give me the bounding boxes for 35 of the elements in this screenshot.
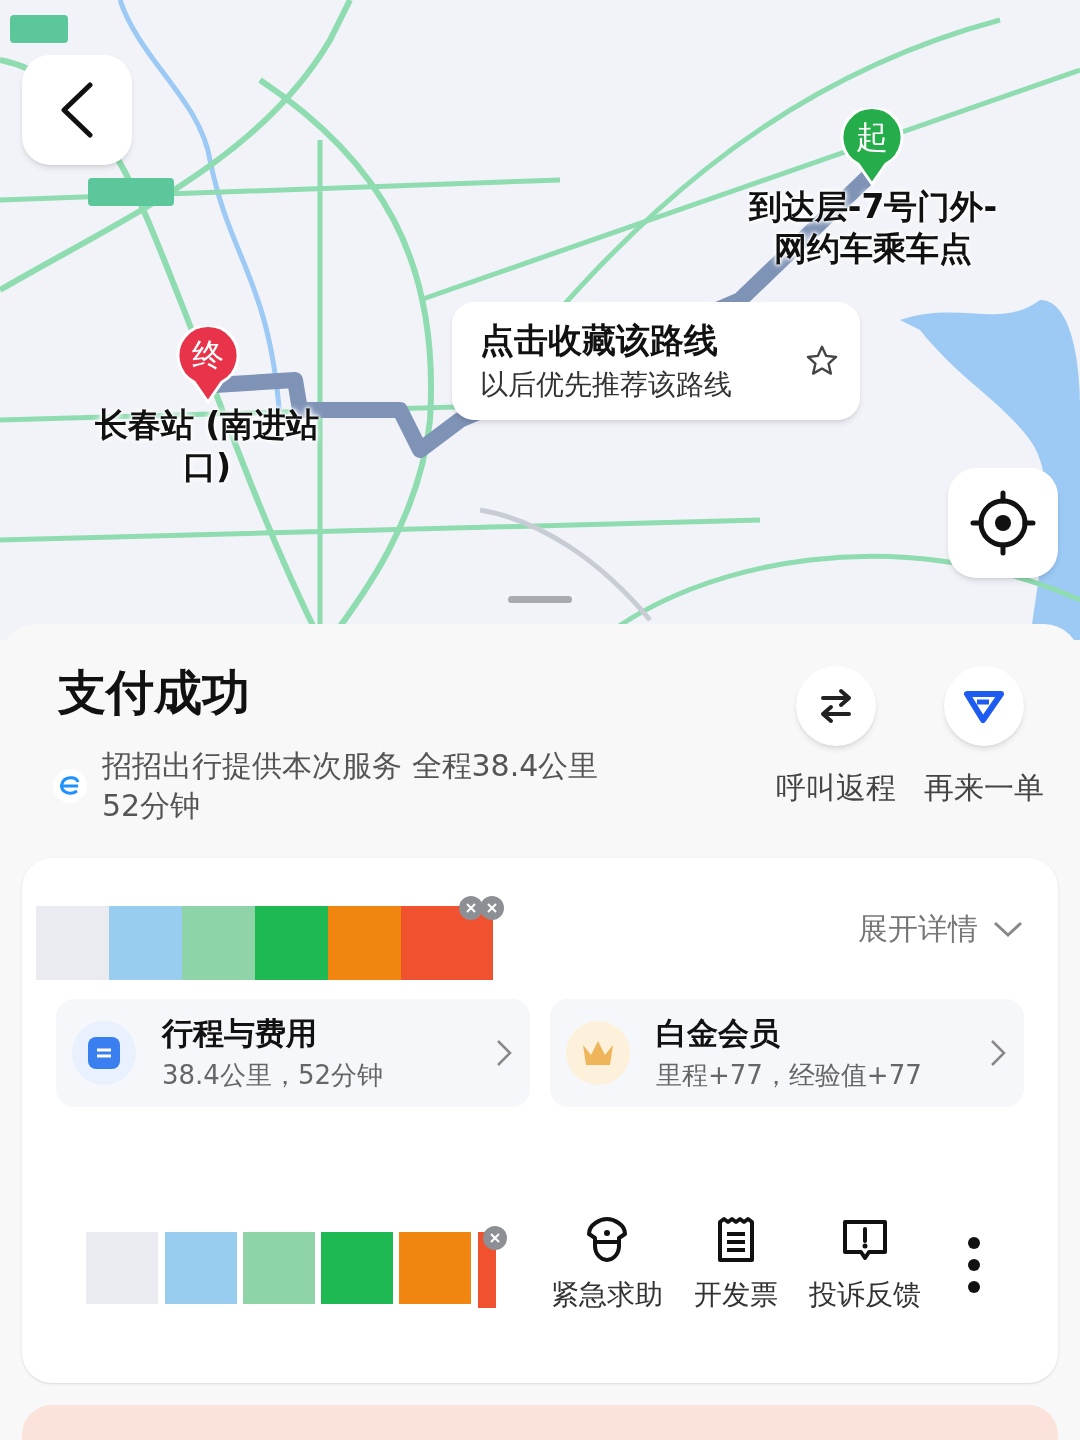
chevron-right-icon — [496, 1039, 512, 1067]
service-button[interactable]: 开发票 — [671, 1216, 800, 1312]
more-icon[interactable] — [965, 1235, 983, 1295]
back-button[interactable] — [22, 55, 132, 165]
member-summary-card[interactable]: 白金会员 里程+77，经验值+77 — [550, 999, 1024, 1107]
card-title: 行程与费用 — [162, 1014, 318, 1053]
back-icon — [60, 82, 94, 138]
favorite-route-card[interactable]: 点击收藏该路线 以后优先推荐该路线 — [452, 302, 860, 420]
drag-handle[interactable] — [508, 596, 572, 603]
card-subtitle: 38.4公里，52分钟 — [162, 1059, 384, 1092]
provider-logo-icon — [52, 768, 88, 804]
favorite-subtitle: 以后优先推荐该路线 — [480, 367, 733, 403]
start-pin-icon — [840, 108, 904, 186]
card-title: 白金会员 — [656, 1014, 781, 1053]
favorite-title: 点击收藏该路线 — [480, 319, 719, 361]
end-location-label: 长春站 (南进站口) — [93, 404, 321, 488]
service-button[interactable]: 投诉反馈 — [800, 1216, 929, 1312]
quick-action-button[interactable]: 呼叫返程 — [776, 666, 896, 826]
expand-details-button[interactable]: 展开详情 — [858, 906, 1024, 951]
locate-button[interactable] — [948, 468, 1058, 578]
service-button[interactable]: 紧急求助 — [542, 1216, 671, 1312]
quick-action-button[interactable]: 再来一单 — [924, 666, 1044, 826]
document-icon — [86, 1035, 122, 1071]
pin-label: 终 — [192, 336, 224, 376]
end-pin-icon — [176, 326, 240, 404]
trip-summary-card[interactable]: 行程与费用 38.4公里，52分钟 — [56, 999, 530, 1107]
status-title: 支付成功 — [58, 664, 251, 720]
locate-icon — [970, 490, 1036, 556]
provider-info: 招招出行提供本次服务 全程38.4公里 52分钟 — [102, 747, 600, 825]
close-icon[interactable] — [483, 1226, 507, 1250]
close-icon[interactable] — [459, 896, 483, 920]
card-subtitle: 里程+77，经验值+77 — [656, 1059, 923, 1092]
pin-label: 起 — [856, 118, 888, 158]
close-icon[interactable] — [480, 896, 504, 920]
chevron-right-icon — [990, 1039, 1006, 1067]
